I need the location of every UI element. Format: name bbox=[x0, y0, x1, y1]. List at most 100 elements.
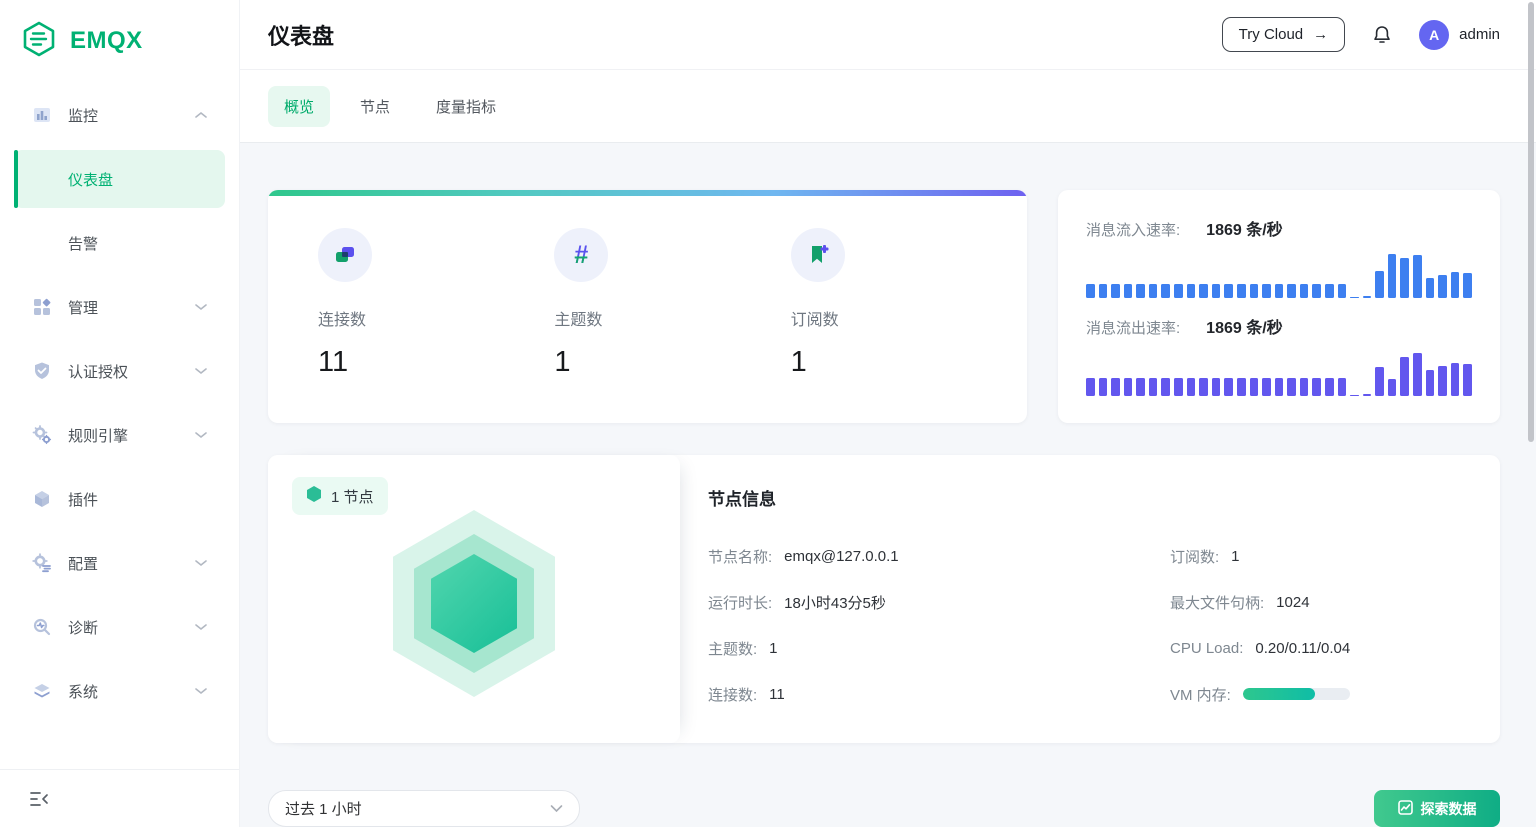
vm-memory-progress-fill bbox=[1243, 688, 1315, 700]
monitor-icon bbox=[32, 105, 52, 125]
subscriptions-icon bbox=[791, 228, 845, 282]
sidebar-item-plugins[interactable]: 插件 bbox=[14, 470, 225, 528]
brand[interactable]: EMQX bbox=[0, 0, 239, 66]
active-indicator bbox=[14, 150, 18, 208]
sidebar-item-label: 告警 bbox=[68, 233, 207, 254]
arrow-right-icon: → bbox=[1313, 26, 1328, 43]
main-content: 连接数 11 ## 主题数 1 订阅数 1 bbox=[240, 143, 1536, 827]
username: admin bbox=[1459, 26, 1500, 43]
field-value: 1 bbox=[1231, 548, 1239, 565]
field-label: CPU Load: bbox=[1170, 640, 1243, 657]
time-range-select[interactable]: 过去 1 小时 bbox=[268, 790, 580, 827]
system-icon bbox=[32, 681, 52, 701]
rate-out-label: 消息流出速率: bbox=[1086, 317, 1180, 338]
try-cloud-button[interactable]: Try Cloud → bbox=[1222, 17, 1345, 52]
field-max-fds: 最大文件句柄: 1024 bbox=[1170, 590, 1500, 614]
sidebar-item-management[interactable]: 管理 bbox=[14, 278, 225, 336]
field-topics: 主题数: 1 bbox=[708, 636, 1170, 660]
chevron-down-icon bbox=[195, 559, 207, 567]
stat-topics: ## 主题数 1 bbox=[554, 228, 790, 379]
tab-bar: 概览 节点 度量指标 bbox=[240, 70, 1536, 143]
sidebar-item-label: 规则引擎 bbox=[68, 425, 195, 446]
explore-data-button[interactable]: 探索数据 bbox=[1374, 790, 1500, 827]
field-label: 最大文件句柄: bbox=[1170, 592, 1264, 613]
plugins-icon bbox=[32, 489, 52, 509]
node-info-title: 节点信息 bbox=[708, 485, 1500, 510]
tab-nodes[interactable]: 节点 bbox=[344, 86, 406, 127]
sidebar-item-label: 监控 bbox=[68, 105, 195, 126]
time-range-value: 过去 1 小时 bbox=[285, 798, 362, 819]
message-in-bar-chart bbox=[1086, 252, 1472, 298]
field-uptime: 运行时长: 18小时43分5秒 bbox=[708, 590, 1170, 614]
collapse-sidebar-icon[interactable] bbox=[28, 790, 50, 808]
sidebar-item-alarms[interactable]: 告警 bbox=[14, 214, 225, 272]
field-label: 节点名称: bbox=[708, 546, 772, 567]
chevron-up-icon bbox=[195, 111, 207, 119]
management-icon bbox=[32, 297, 52, 317]
auth-icon bbox=[32, 361, 52, 381]
stat-subscriptions: 订阅数 1 bbox=[791, 228, 1027, 379]
user-menu[interactable]: A admin bbox=[1419, 20, 1500, 50]
node-count-label: 1 节点 bbox=[331, 486, 374, 507]
rate-out-value: 1869 条/秒 bbox=[1206, 314, 1283, 338]
message-rates-card: 消息流入速率: 1869 条/秒 消息流出速率: 1869 条/秒 bbox=[1058, 190, 1500, 423]
chevron-down-icon bbox=[195, 431, 207, 439]
node-visual-panel: 1 节点 bbox=[268, 455, 680, 743]
emqx-logo-icon bbox=[20, 20, 58, 63]
field-connections: 连接数: 11 bbox=[708, 682, 1170, 706]
explore-data-label: 探索数据 bbox=[1421, 799, 1477, 819]
stat-value: 11 bbox=[318, 346, 554, 379]
sidebar-item-label: 系统 bbox=[68, 681, 195, 702]
field-label: 运行时长: bbox=[708, 592, 772, 613]
field-value: 1 bbox=[769, 640, 777, 657]
tab-metrics[interactable]: 度量指标 bbox=[420, 86, 512, 127]
sidebar-item-label: 认证授权 bbox=[68, 361, 195, 382]
sidebar-item-label: 仪表盘 bbox=[68, 169, 207, 190]
field-node-name: 节点名称: emqx@127.0.0.1 bbox=[708, 544, 1170, 568]
field-value: 18小时43分5秒 bbox=[784, 592, 886, 613]
chevron-down-icon bbox=[195, 623, 207, 631]
vertical-scrollbar-thumb[interactable] bbox=[1528, 2, 1534, 442]
try-cloud-label: Try Cloud bbox=[1239, 26, 1303, 43]
sidebar-menu: 监控 仪表盘 告警 管理 bbox=[0, 66, 239, 720]
sidebar-item-label: 管理 bbox=[68, 297, 195, 318]
node-card: 1 节点 节点信息 节点名称: emqx@127.0.0.1 运行时长: bbox=[268, 455, 1500, 743]
field-value: 11 bbox=[769, 686, 785, 703]
field-label: 连接数: bbox=[708, 684, 757, 705]
field-subscriptions: 订阅数: 1 bbox=[1170, 544, 1500, 568]
notification-bell-icon[interactable] bbox=[1371, 24, 1393, 46]
node-info-panel: 节点信息 节点名称: emqx@127.0.0.1 运行时长: 18小时43分5… bbox=[680, 455, 1500, 743]
sidebar-item-system[interactable]: 系统 bbox=[14, 662, 225, 720]
tab-overview[interactable]: 概览 bbox=[268, 86, 330, 127]
chevron-down-icon bbox=[550, 804, 563, 813]
field-cpu-load: CPU Load: 0.20/0.11/0.04 bbox=[1170, 636, 1500, 660]
stat-value: 1 bbox=[554, 346, 790, 379]
sidebar-footer bbox=[0, 769, 239, 827]
field-label: 主题数: bbox=[708, 638, 757, 659]
rule-engine-icon bbox=[32, 425, 52, 445]
sidebar: EMQX 监控 仪表盘 告警 bbox=[0, 0, 240, 827]
sidebar-item-monitoring[interactable]: 监控 bbox=[14, 86, 225, 144]
sidebar-item-rule-engine[interactable]: 规则引擎 bbox=[14, 406, 225, 464]
stat-label: 连接数 bbox=[318, 306, 554, 330]
field-value: 0.20/0.11/0.04 bbox=[1255, 640, 1350, 657]
stat-label: 订阅数 bbox=[791, 306, 1027, 330]
sidebar-item-diagnose[interactable]: 诊断 bbox=[14, 598, 225, 656]
sidebar-item-auth[interactable]: 认证授权 bbox=[14, 342, 225, 400]
stat-value: 1 bbox=[791, 346, 1027, 379]
field-label: VM 内存: bbox=[1170, 684, 1231, 705]
node-count-badge: 1 节点 bbox=[292, 477, 388, 515]
rate-in-label: 消息流入速率: bbox=[1086, 219, 1180, 240]
page-title: 仪表盘 bbox=[268, 19, 334, 51]
sidebar-item-dashboard[interactable]: 仪表盘 bbox=[14, 150, 225, 208]
stat-connections: 连接数 11 bbox=[318, 228, 554, 379]
sidebar-item-label: 诊断 bbox=[68, 617, 195, 638]
stat-label: 主题数 bbox=[554, 306, 790, 330]
topics-icon: ## bbox=[554, 228, 608, 282]
chevron-down-icon bbox=[195, 367, 207, 375]
brand-name: EMQX bbox=[70, 27, 143, 55]
sidebar-item-configuration[interactable]: 配置 bbox=[14, 534, 225, 592]
avatar: A bbox=[1419, 20, 1449, 50]
config-icon bbox=[32, 553, 52, 573]
header: 仪表盘 Try Cloud → A admin bbox=[240, 0, 1536, 70]
